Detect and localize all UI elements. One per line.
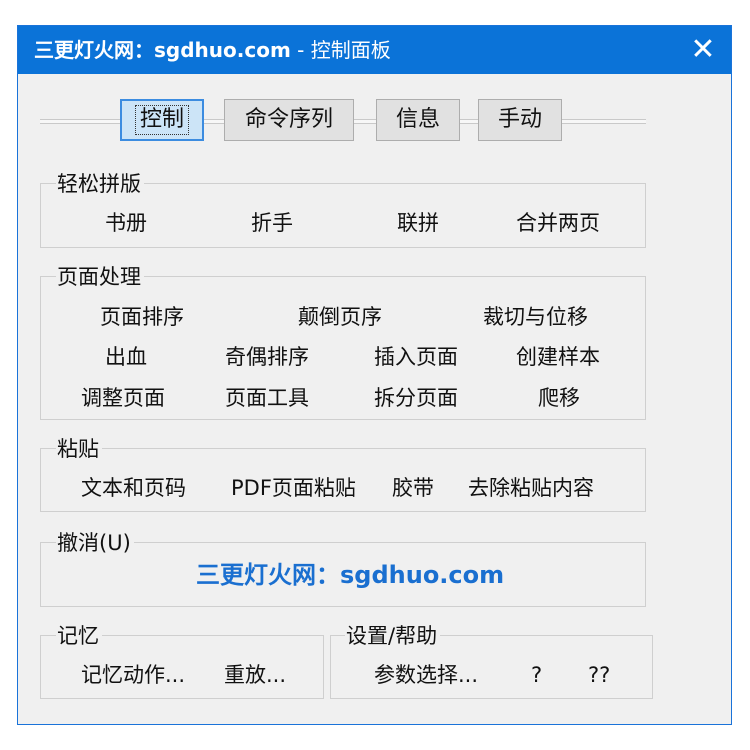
preferences-button[interactable]: 参数选择... bbox=[374, 660, 478, 690]
remove-paste-content-button[interactable]: 去除粘贴内容 bbox=[468, 473, 594, 503]
tab-control[interactable]: 控制 bbox=[120, 99, 204, 141]
merge-two-pages-button[interactable]: 合并两页 bbox=[516, 208, 600, 238]
group-settings-help-label: 设置/帮助 bbox=[345, 623, 441, 649]
help-button[interactable]: ? bbox=[531, 660, 542, 690]
group-easy-imposition-label: 轻松拼版 bbox=[56, 171, 144, 197]
tape-button[interactable]: 胶带 bbox=[392, 473, 434, 503]
split-pages-button[interactable]: 拆分页面 bbox=[374, 383, 458, 413]
creep-button[interactable]: 爬移 bbox=[538, 383, 580, 413]
odd-even-sort-button[interactable]: 奇偶排序 bbox=[225, 342, 309, 372]
about-button[interactable]: ?? bbox=[588, 660, 610, 690]
tab-info[interactable]: 信息 bbox=[376, 99, 460, 141]
title-bar[interactable]: 三更灯火网：sgdhuo.com - 控制面板 ✕ bbox=[18, 26, 731, 74]
text-page-number-button[interactable]: 文本和页码 bbox=[81, 473, 186, 503]
replay-button[interactable]: 重放... bbox=[224, 660, 286, 690]
adjust-pages-button[interactable]: 调整页面 bbox=[81, 383, 165, 413]
undo-button[interactable]: 撤消(U) bbox=[56, 530, 134, 556]
window-title: 三更灯火网：sgdhuo.com - 控制面板 bbox=[34, 26, 391, 74]
page-order-button[interactable]: 页面排序 bbox=[100, 302, 184, 332]
insert-pages-button[interactable]: 插入页面 bbox=[374, 342, 458, 372]
title-site: 三更灯火网：sgdhuo.com bbox=[34, 38, 291, 62]
pdf-page-paste-button[interactable]: PDF页面粘贴 bbox=[231, 473, 356, 503]
title-panel: 控制面板 bbox=[310, 38, 391, 62]
signature-button[interactable]: 折手 bbox=[251, 208, 293, 238]
title-separator: - bbox=[290, 38, 311, 62]
record-actions-button[interactable]: 记忆动作... bbox=[81, 660, 185, 690]
tab-control-label: 控制 bbox=[134, 105, 190, 135]
control-panel-window: 三更灯火网：sgdhuo.com - 控制面板 ✕ 控制 命令序列 信息 手动 … bbox=[17, 25, 732, 725]
tab-command-sequence[interactable]: 命令序列 bbox=[224, 99, 354, 141]
crop-shift-button[interactable]: 裁切与位移 bbox=[483, 302, 588, 332]
group-memory-label: 记忆 bbox=[56, 623, 102, 649]
page-tools-button[interactable]: 页面工具 bbox=[225, 383, 309, 413]
tab-manual[interactable]: 手动 bbox=[478, 99, 562, 141]
create-sample-button[interactable]: 创建样本 bbox=[516, 342, 600, 372]
close-icon[interactable]: ✕ bbox=[675, 26, 731, 74]
booklet-button[interactable]: 书册 bbox=[105, 208, 147, 238]
bleed-button[interactable]: 出血 bbox=[105, 342, 147, 372]
reverse-order-button[interactable]: 颠倒页序 bbox=[298, 302, 382, 332]
watermark-text: 三更灯火网：sgdhuo.com bbox=[196, 561, 505, 589]
group-page-processing-label: 页面处理 bbox=[56, 264, 144, 290]
n-up-button[interactable]: 联拼 bbox=[397, 208, 439, 238]
group-paste-label: 粘贴 bbox=[56, 436, 102, 462]
